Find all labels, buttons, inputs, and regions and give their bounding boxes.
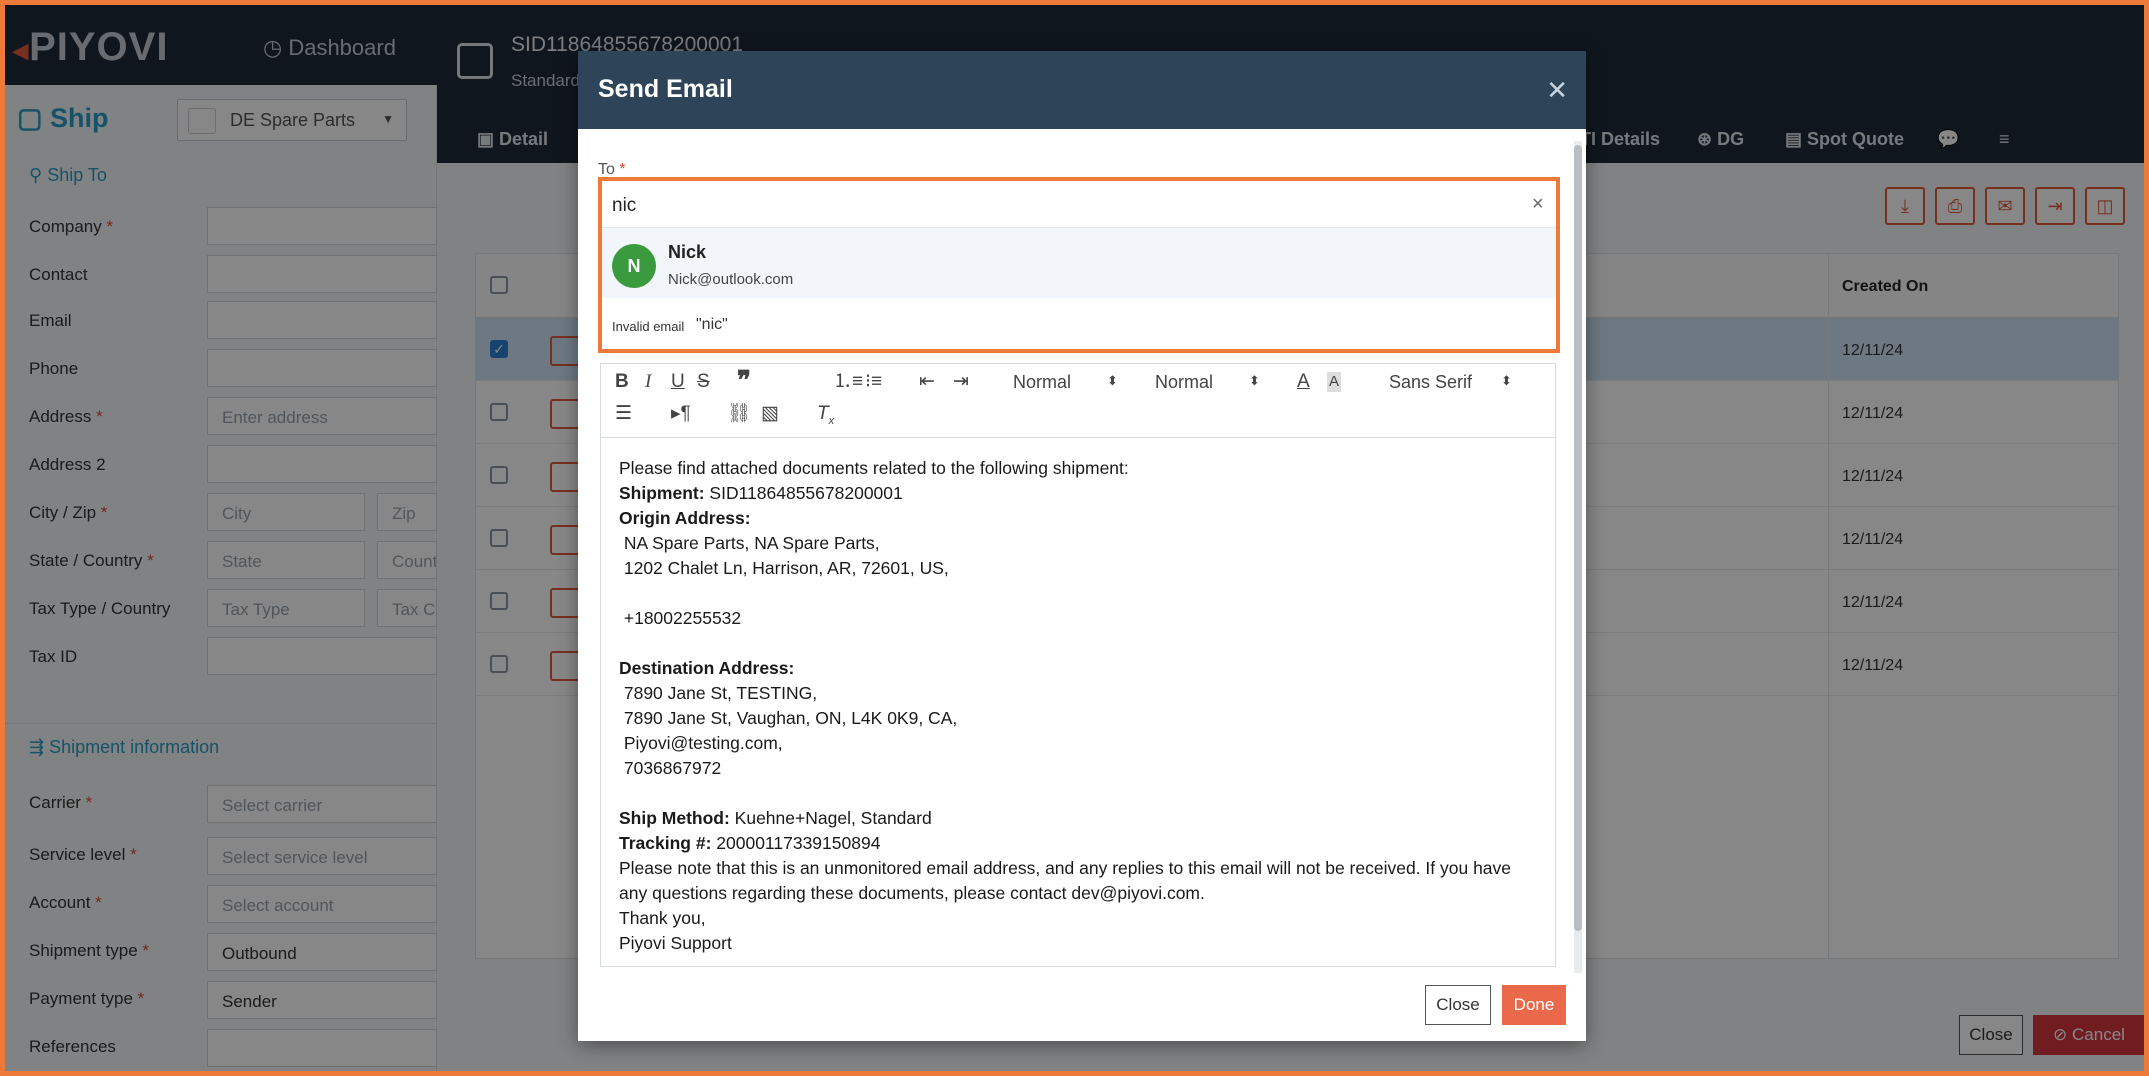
email-body-label: Shipment: [619,483,705,503]
select-arrows-icon: ⬍ [1107,373,1118,388]
email-body-line: Ship Method: Kuehne+Nagel, Standard [619,806,1539,831]
font-select[interactable]: Sans Serif ⬍ [1389,372,1519,393]
image-icon[interactable]: ▧ [761,404,779,424]
email-body-text: Piyovi Support [619,933,732,953]
close-button[interactable]: Close [1425,985,1491,1025]
required-marker: * [619,161,626,178]
annotation-highlight [598,177,1560,353]
email-body-text: 7890 Jane St, TESTING, [619,683,818,703]
email-body-text: any questions regarding these documents,… [619,883,1205,903]
editor-toolbar: B I U S ❞ ⒈≡ ⁝≡ ⇤ ⇥ Normal ⬍ Normal ⬍ A A … [601,364,1555,438]
email-body-text: 20000117339150894 [711,833,881,853]
email-body-line [619,631,1539,656]
email-body-line: Shipment: SID11864855678200001 [619,481,1539,506]
email-body-text: +18002255532 [619,608,742,628]
done-button[interactable]: Done [1502,985,1566,1025]
email-body-text: 7890 Jane St, Vaughan, ON, L4K 0K9, CA, [619,708,958,728]
size-select[interactable]: Normal ⬍ [1155,372,1265,393]
email-body-text: Kuehne+Nagel, Standard [729,808,932,828]
email-body-line: Origin Address: [619,506,1539,531]
email-body-line: 7890 Jane St, Vaughan, ON, L4K 0K9, CA, [619,706,1539,731]
email-body[interactable]: Please find attached documents related t… [619,456,1539,956]
header-select-value: Normal [1013,372,1072,392]
email-body-label: Destination Address: [619,658,795,678]
bullet-list-icon[interactable]: ⁝≡ [865,372,882,392]
to-label-text: To [598,161,615,178]
modal-header: Send Email ✕ [578,51,1586,129]
email-body-text: Thank you, [619,908,706,928]
italic-icon[interactable]: I [645,372,651,392]
email-body-line: Please find attached documents related t… [619,456,1539,481]
email-body-line [619,781,1539,806]
ordered-list-icon[interactable]: ⒈≡ [833,372,863,392]
font-select-value: Sans Serif [1389,372,1473,392]
outdent-icon[interactable]: ⇤ [919,372,935,392]
email-body-text: NA Spare Parts, NA Spare Parts, [619,533,880,553]
email-body-line: any questions regarding these documents,… [619,881,1539,906]
email-body-line: Destination Address: [619,656,1539,681]
email-body-label: Tracking #: [619,833,712,853]
clear-formatting-icon[interactable]: Tx [817,404,834,431]
modal-title: Send Email [598,75,733,103]
indent-icon[interactable]: ⇥ [953,372,969,392]
email-body-label: Ship Method: [619,808,730,828]
text-direction-icon[interactable]: ▸¶ [671,404,691,424]
modal-scroll-thumb[interactable] [1574,145,1582,931]
underline-icon[interactable]: U [671,372,685,392]
email-body-line: NA Spare Parts, NA Spare Parts, [619,531,1539,556]
email-body-text: 1202 Chalet Ln, Harrison, AR, 72601, US, [619,558,949,578]
email-body-line: 7890 Jane St, TESTING, [619,681,1539,706]
email-body-text: SID11864855678200001 [704,483,903,503]
link-icon[interactable]: ⛓ [727,404,751,424]
email-body-text: Please find attached documents related t… [619,458,1129,478]
email-body-text: 7036867972 [619,758,722,778]
text-color-icon[interactable]: A [1297,372,1310,392]
email-body-line: +18002255532 [619,606,1539,631]
background-color-icon[interactable]: A [1327,372,1342,392]
strikethrough-icon[interactable]: S [697,372,710,392]
email-body-line: Piyovi Support [619,931,1539,956]
select-arrows-icon: ⬍ [1501,373,1512,388]
email-body-line [619,581,1539,606]
blockquote-icon[interactable]: ❞ [737,367,751,393]
align-icon[interactable]: ☰ [615,404,632,424]
close-icon[interactable]: ✕ [1546,77,1568,103]
email-body-line: Piyovi@testing.com, [619,731,1539,756]
email-body-line: Thank you, [619,906,1539,931]
email-body-text: Piyovi@testing.com, [619,733,783,753]
send-email-modal: Send Email ✕ To * nic × N Nick Nick@outl… [578,51,1586,1041]
email-editor: B I U S ❞ ⒈≡ ⁝≡ ⇤ ⇥ Normal ⬍ Normal ⬍ A A … [600,363,1556,967]
email-body-line: Tracking #: 20000117339150894 [619,831,1539,856]
email-body-label: Origin Address: [619,508,751,528]
email-body-line: 1202 Chalet Ln, Harrison, AR, 72601, US, [619,556,1539,581]
email-body-line: Please note that this is an unmonitored … [619,856,1539,881]
email-body-line: 7036867972 [619,756,1539,781]
bold-icon[interactable]: B [615,372,629,392]
select-arrows-icon: ⬍ [1249,373,1260,388]
size-select-value: Normal [1155,372,1214,392]
header-select[interactable]: Normal ⬍ [1013,372,1123,393]
email-body-text: Please note that this is an unmonitored … [619,858,1512,878]
app-frame: ◂PIYOVI ◷ Dashboard ▢ Ship DE Spare Part… [0,0,2149,1076]
